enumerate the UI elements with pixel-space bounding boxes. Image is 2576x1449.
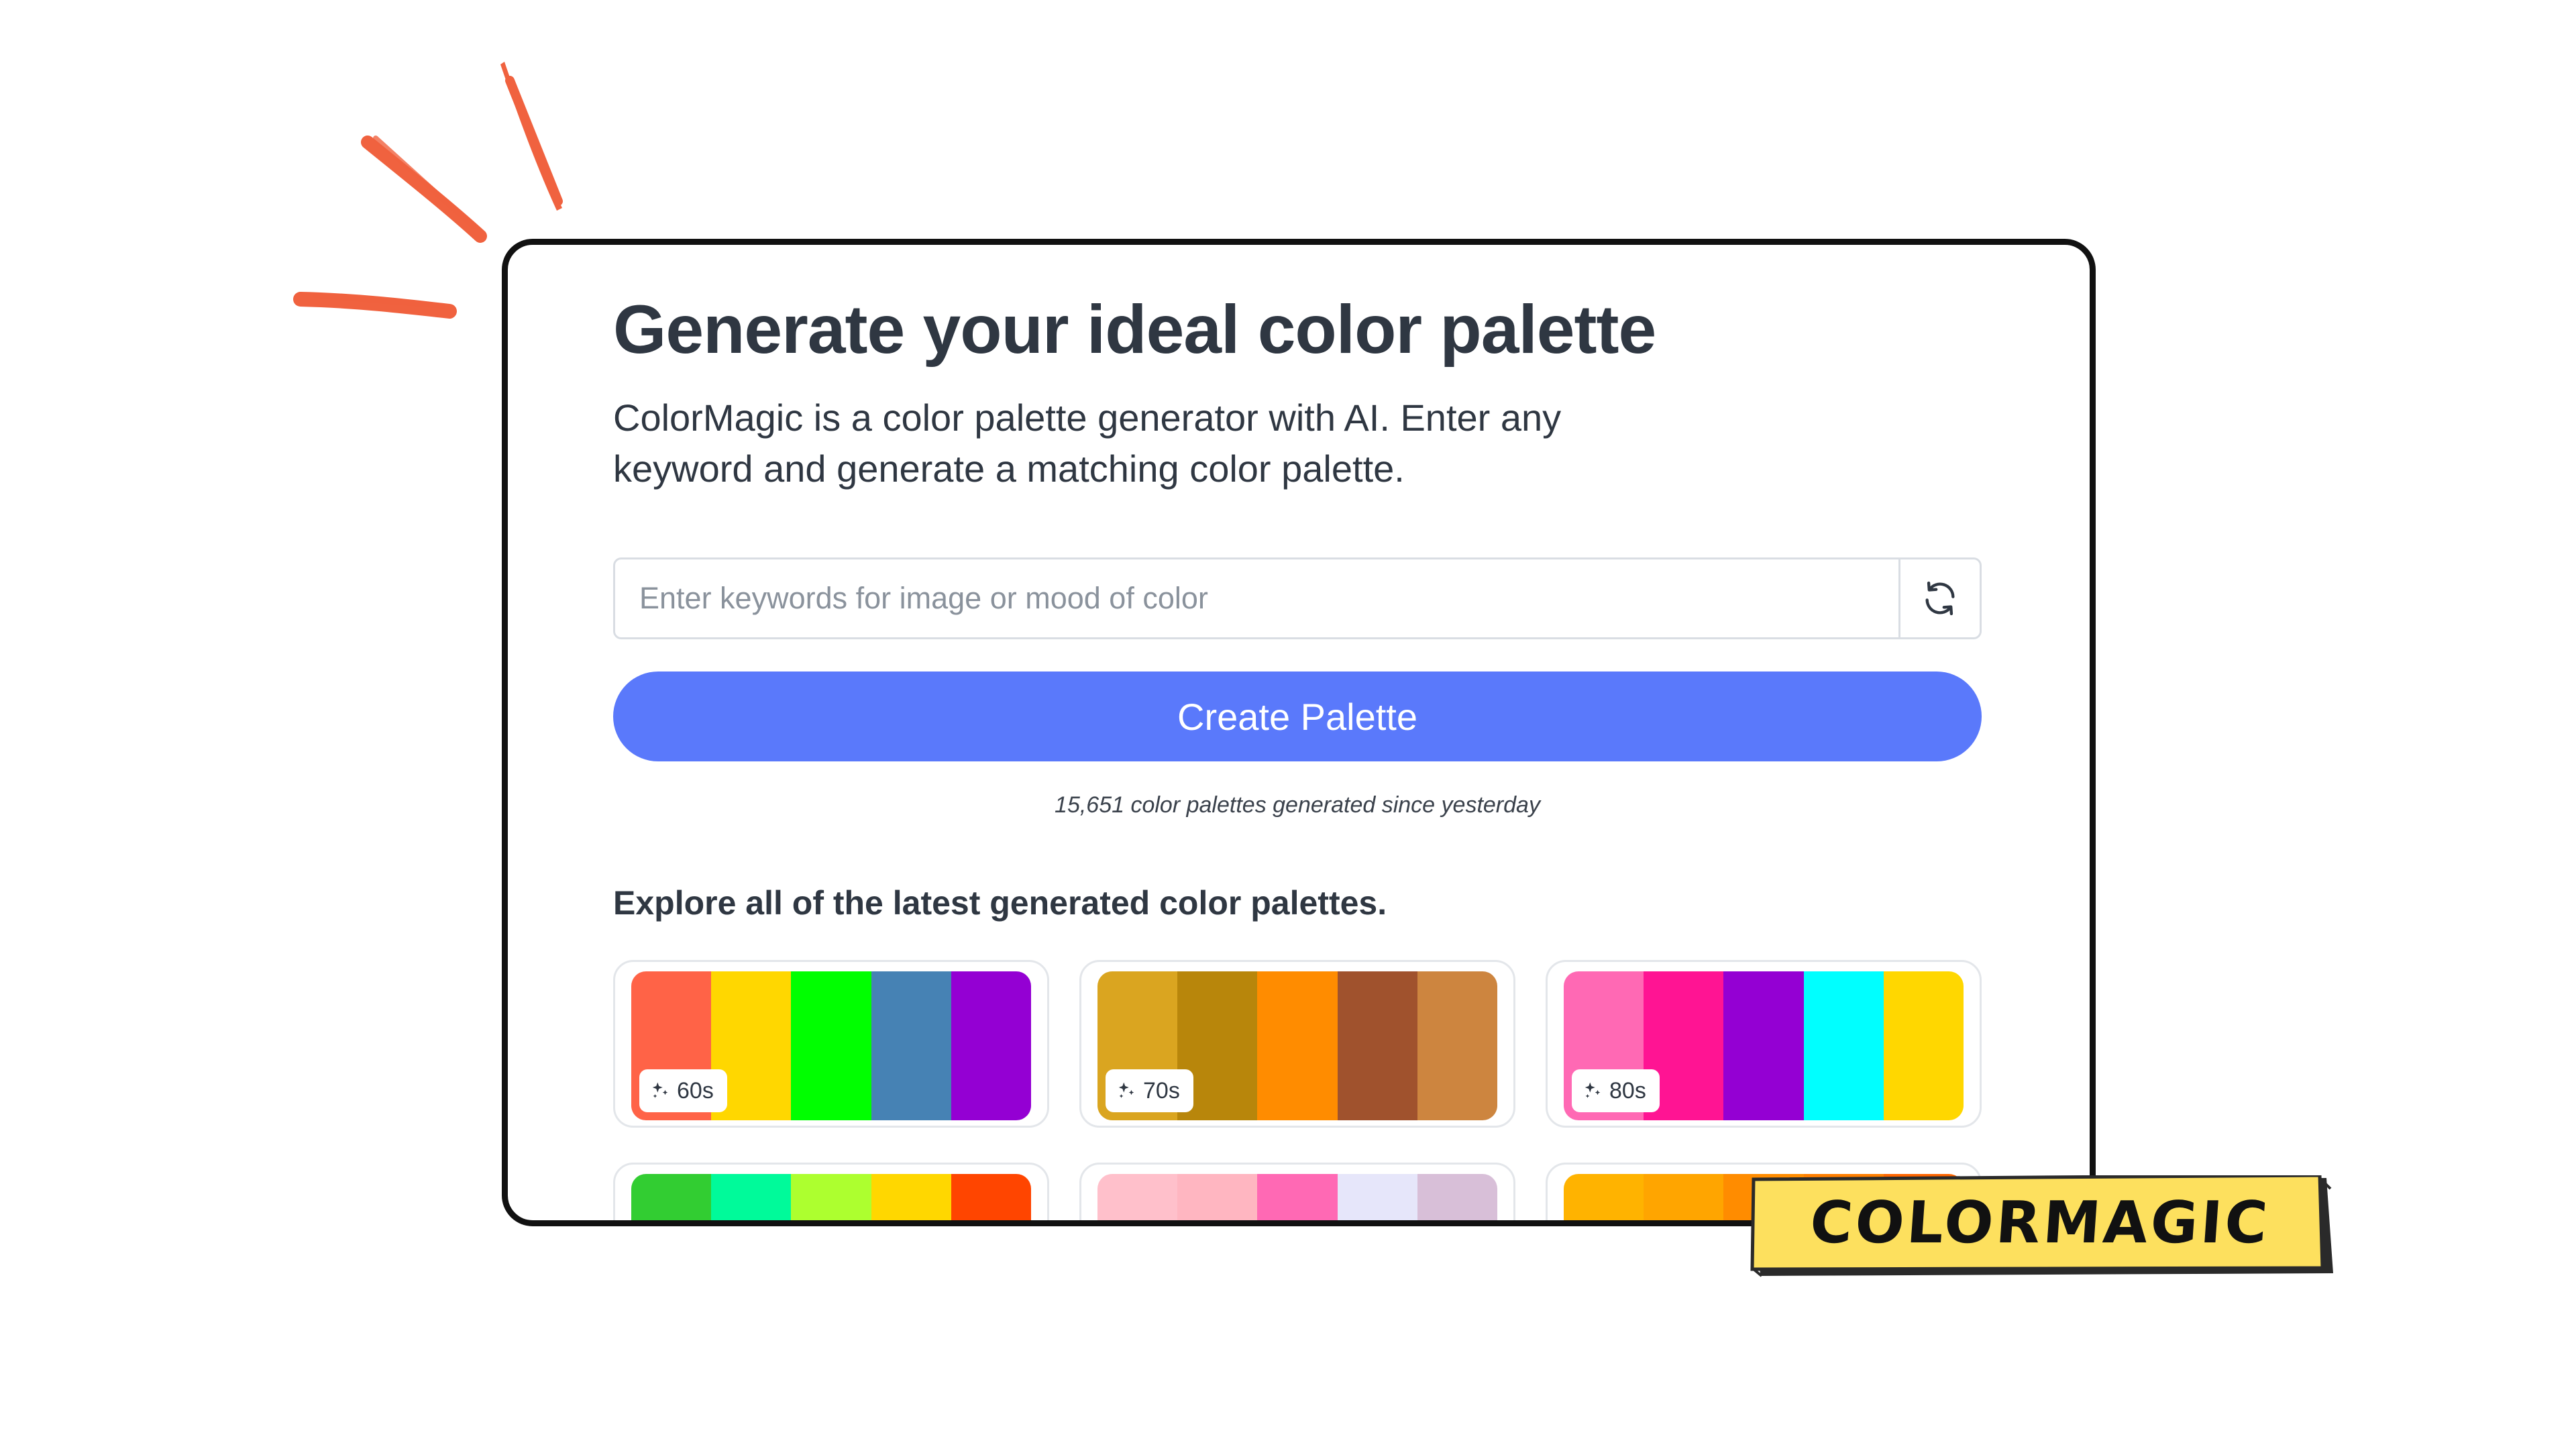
promo-canvas: Generate your ideal color palette ColorM… xyxy=(0,0,2576,1449)
palettes-generated-counter: 15,651 color palettes generated since ye… xyxy=(1055,792,1540,818)
sparkle-icon xyxy=(1582,1081,1603,1101)
burst-stroke-top-accent xyxy=(505,76,563,206)
explore-heading: Explore all of the latest generated colo… xyxy=(613,884,1387,922)
color-swatch[interactable] xyxy=(791,1174,871,1220)
palette-swatches: 60s xyxy=(631,971,1031,1120)
burst-stroke-middle-accent xyxy=(373,136,476,229)
palette-keyword-label: 80s xyxy=(1609,1077,1646,1104)
color-swatch[interactable] xyxy=(1883,971,1964,1120)
page-title: Generate your ideal color palette xyxy=(613,291,1656,368)
color-swatch[interactable] xyxy=(951,971,1031,1120)
color-swatch[interactable] xyxy=(1257,971,1338,1120)
burst-stroke-bottom-accent xyxy=(313,292,445,309)
color-swatch[interactable] xyxy=(871,1174,951,1220)
color-swatch[interactable] xyxy=(1803,971,1884,1120)
color-swatch[interactable] xyxy=(1564,1174,1644,1220)
app-screenshot-frame: Generate your ideal color palette ColorM… xyxy=(502,239,2096,1226)
color-swatch[interactable] xyxy=(1417,1174,1497,1220)
refresh-button[interactable] xyxy=(1898,559,1980,637)
palette-keyword-label: 70s xyxy=(1143,1077,1180,1104)
color-swatch[interactable] xyxy=(1177,1174,1258,1220)
color-swatch[interactable] xyxy=(1337,1174,1417,1220)
keyword-search-input[interactable] xyxy=(615,559,1898,637)
search-bar xyxy=(613,557,1982,639)
palette-keyword-tag[interactable]: 60s xyxy=(639,1069,727,1112)
color-swatch[interactable] xyxy=(631,1174,712,1220)
palette-card[interactable]: 60s xyxy=(613,960,1049,1128)
color-swatch[interactable] xyxy=(791,971,871,1120)
color-swatch[interactable] xyxy=(711,1174,792,1220)
refresh-icon xyxy=(1925,581,1955,616)
color-swatch[interactable] xyxy=(1337,971,1417,1120)
burst-stroke-middle xyxy=(361,136,487,243)
palette-card[interactable] xyxy=(1079,1163,1515,1220)
palette-swatches: 70s xyxy=(1097,971,1497,1120)
palette-keyword-label: 60s xyxy=(677,1077,714,1104)
color-swatch[interactable] xyxy=(1723,971,1804,1120)
color-swatch[interactable] xyxy=(1257,1174,1338,1220)
create-palette-button[interactable]: Create Palette xyxy=(613,672,1982,761)
palette-swatches xyxy=(631,1174,1031,1220)
logo-text: COLORMAGIC xyxy=(1808,1189,2272,1256)
burst-stroke-bottom xyxy=(293,292,457,319)
sparkle-icon xyxy=(1116,1081,1136,1101)
palette-swatches xyxy=(1097,1174,1497,1220)
color-swatch[interactable] xyxy=(871,971,951,1120)
color-swatch[interactable] xyxy=(951,1174,1031,1220)
color-swatch[interactable] xyxy=(1417,971,1497,1120)
colormagic-logo: COLORMAGIC xyxy=(1750,1175,2333,1277)
palette-card[interactable]: 70s xyxy=(1079,960,1515,1128)
palette-swatches: 80s xyxy=(1564,971,1964,1120)
page-subtitle: ColorMagic is a color palette generator … xyxy=(613,396,1562,490)
color-swatch[interactable] xyxy=(1644,1174,1724,1220)
sparkle-icon xyxy=(650,1081,670,1101)
palette-card[interactable] xyxy=(613,1163,1049,1220)
palette-keyword-tag[interactable]: 70s xyxy=(1106,1069,1193,1112)
burst-stroke-top xyxy=(500,62,562,211)
color-swatch[interactable] xyxy=(1097,1174,1178,1220)
palette-keyword-tag[interactable]: 80s xyxy=(1572,1069,1660,1112)
palette-card[interactable]: 80s xyxy=(1546,960,1982,1128)
